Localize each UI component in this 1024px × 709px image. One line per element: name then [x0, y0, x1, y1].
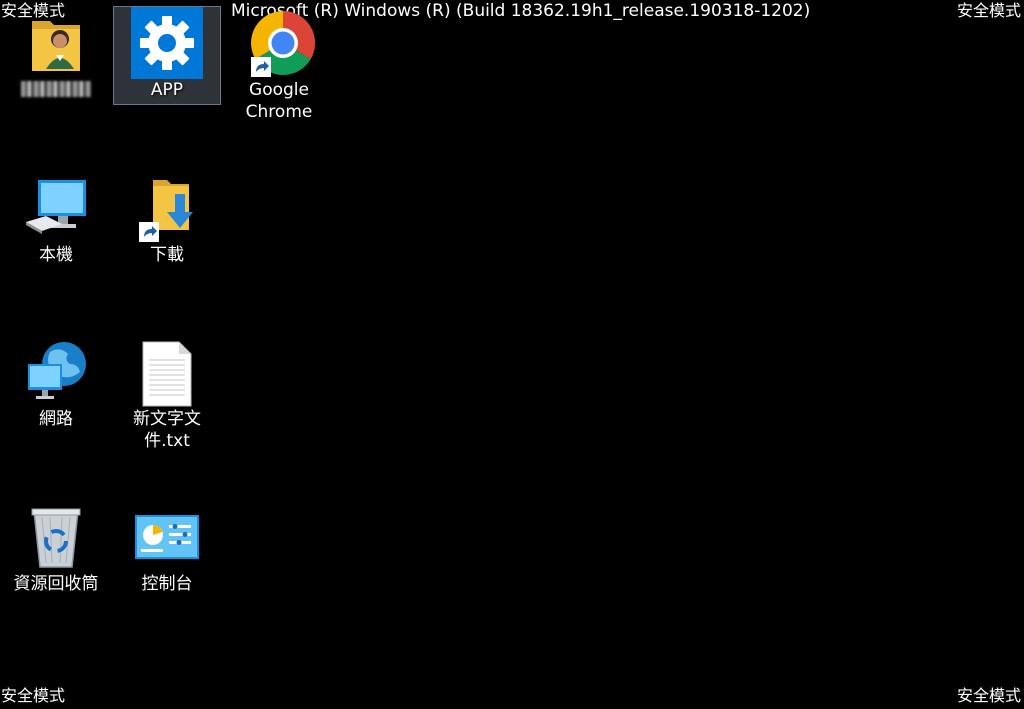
desktop-icon-this-pc[interactable]: 本機: [2, 171, 110, 267]
computer-icon: [20, 172, 92, 244]
desktop-icon-label: 下載: [150, 245, 184, 265]
desktop-icon-downloads[interactable]: 下載: [113, 171, 221, 267]
desktop-icon-label: 本機: [39, 245, 73, 265]
desktop-icon-label: APP: [150, 80, 184, 100]
desktop-icon-control-panel[interactable]: 控制台: [113, 500, 221, 596]
desktop-icon-google-chrome[interactable]: Google Chrome: [225, 6, 333, 124]
desktop[interactable]: 安全模式 安全模式 安全模式 安全模式 Microsoft (R) Window…: [0, 0, 1024, 709]
control-panel-icon: [131, 501, 203, 573]
safe-mode-label-bottom-right: 安全模式: [956, 686, 1021, 705]
desktop-icon-label: 資源回收筒: [13, 574, 99, 594]
desktop-icon-label: Google Chrome: [245, 80, 313, 122]
shortcut-arrow-icon: [139, 222, 159, 242]
desktop-icon-app[interactable]: APP: [113, 6, 221, 105]
desktop-icon-recycle-bin[interactable]: 資源回收筒: [2, 500, 110, 596]
safe-mode-label-bottom-left: 安全模式: [1, 686, 66, 705]
desktop-icon-label: 控制台: [141, 574, 193, 594]
desktop-icon-text-file[interactable]: 新文字文件.txt: [113, 335, 221, 453]
desktop-icon-user-folder[interactable]: [2, 6, 110, 104]
user-folder-icon: [20, 7, 92, 79]
desktop-icon-label-blurred: [3, 79, 109, 103]
download-folder-icon: [131, 172, 203, 244]
desktop-icon-label: 網路: [39, 409, 73, 429]
desktop-icon-network[interactable]: 網路: [2, 335, 110, 431]
recycle-bin-icon: [20, 501, 92, 573]
chrome-icon: [243, 7, 315, 79]
gear-icon: [131, 7, 203, 79]
network-globe-icon: [20, 336, 92, 408]
blurred-username: [21, 81, 91, 97]
shortcut-arrow-icon: [251, 57, 271, 77]
text-document-icon: [131, 336, 203, 408]
safe-mode-label-top-right: 安全模式: [956, 1, 1021, 20]
desktop-icon-label: 新文字文件.txt: [133, 409, 201, 451]
